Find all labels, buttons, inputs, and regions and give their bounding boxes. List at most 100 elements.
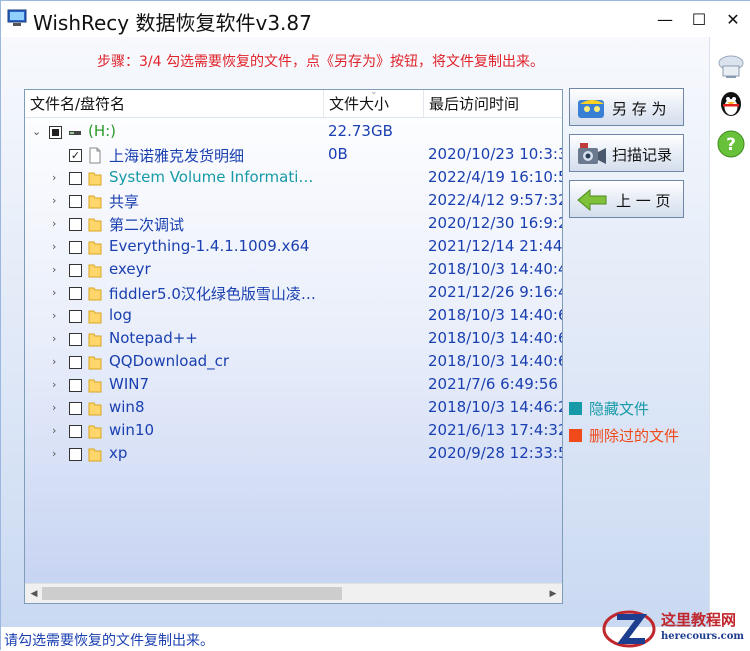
- row-name: exeyr: [109, 260, 151, 278]
- row-checkbox[interactable]: [69, 333, 82, 346]
- drive-icon: [69, 131, 81, 135]
- row-checkbox[interactable]: [69, 218, 82, 231]
- expand-chevron-icon[interactable]: ›: [52, 424, 62, 437]
- row-checkbox[interactable]: [69, 379, 82, 392]
- file-list-body: 文件名/盘符名 ⌄ 文件大小 最后访问时间 ⌄ (H:) 22.73GB ✓ 上海诺雅克…: [25, 90, 562, 583]
- close-button[interactable]: ✕: [715, 5, 750, 33]
- column-name[interactable]: 文件名/盘符名: [25, 90, 324, 118]
- legend-hidden-label: 隐藏文件: [589, 400, 650, 418]
- prev-page-label: 上 一 页: [616, 192, 671, 210]
- scroll-right-icon[interactable]: ▶: [546, 587, 560, 601]
- expand-chevron-icon[interactable]: ›: [52, 286, 62, 299]
- window-title: WishRecy 数据恢复软件v3.87: [33, 11, 312, 35]
- tree-row[interactable]: › QQDownload_cr 2018/10/3 14:40:6: [25, 351, 562, 374]
- expand-chevron-icon[interactable]: ›: [52, 194, 62, 207]
- tree-row[interactable]: › 共享 2022/4/12 9:57:32: [25, 190, 562, 213]
- row-name: Everything-1.4.1.1009.x64: [109, 237, 310, 255]
- row-name: win10: [109, 421, 155, 439]
- row-date: 2018/10/3 14:40:6: [428, 352, 562, 370]
- deleted-swatch: [569, 429, 582, 442]
- tree-row[interactable]: ✓ 上海诺雅克发货明细 0B 2020/10/23 10:3:3: [25, 144, 562, 167]
- expand-chevron-icon[interactable]: ›: [52, 332, 62, 345]
- tree-row[interactable]: › exeyr 2018/10/3 14:40:4: [25, 259, 562, 282]
- row-date: 2020/10/23 10:3:3: [428, 145, 562, 163]
- row-size: 0B: [328, 145, 348, 163]
- row-checkbox[interactable]: [69, 264, 82, 277]
- row-date: 2021/12/14 21:44:: [428, 237, 562, 255]
- horizontal-scrollbar[interactable]: ◀ ▶: [25, 583, 562, 603]
- tree-row[interactable]: › System Volume Informati… 2022/4/19 16:10…: [25, 167, 562, 190]
- expand-chevron-icon[interactable]: ›: [52, 263, 62, 276]
- app-window: WishRecy 数据恢复软件v3.87 — ☐ ✕ 步骤：3/4 勾选需要恢复…: [0, 0, 750, 651]
- drive-row[interactable]: ⌄ (H:) 22.73GB: [25, 121, 562, 144]
- row-name: System Volume Informati…: [109, 168, 314, 186]
- row-date: 2021/6/13 17:4:32: [428, 421, 562, 439]
- folder-icon: [88, 425, 102, 439]
- row-checkbox[interactable]: [69, 425, 82, 438]
- row-checkbox[interactable]: [69, 402, 82, 415]
- row-checkbox[interactable]: [69, 448, 82, 461]
- expand-chevron-icon[interactable]: ›: [52, 378, 62, 391]
- help-icon[interactable]: ?: [716, 129, 746, 159]
- expand-chevron-icon[interactable]: ›: [52, 240, 62, 253]
- column-date[interactable]: 最后访问时间: [424, 90, 562, 118]
- scan-log-button[interactable]: 扫描记录: [569, 134, 684, 172]
- save-as-button[interactable]: 另 存 为: [569, 88, 684, 126]
- cloud-computer-icon[interactable]: [716, 51, 746, 81]
- row-checkbox[interactable]: [69, 241, 82, 254]
- folder-icon: [88, 402, 102, 416]
- expand-chevron-icon[interactable]: ›: [52, 355, 62, 368]
- column-size[interactable]: 文件大小: [324, 90, 424, 118]
- row-checkbox[interactable]: ✓: [69, 149, 82, 162]
- qq-penguin-icon[interactable]: [716, 89, 746, 119]
- row-name: 共享: [109, 193, 140, 211]
- row-date: 2020/12/30 16:9:2: [428, 214, 562, 232]
- tree-row[interactable]: › xp 2020/9/28 12:33:5: [25, 443, 562, 466]
- minimize-button[interactable]: —: [647, 5, 683, 33]
- row-name: WIN7: [109, 375, 150, 393]
- folder-icon: [88, 241, 102, 255]
- hidden-swatch: [569, 402, 582, 415]
- expand-chevron-icon[interactable]: ›: [52, 217, 62, 230]
- maximize-button[interactable]: ☐: [681, 5, 717, 33]
- expand-chevron-icon[interactable]: ›: [52, 171, 62, 184]
- expand-chevron-icon[interactable]: ›: [52, 401, 62, 414]
- legend-hidden-files: 隐藏文件: [569, 398, 649, 419]
- row-checkbox[interactable]: [49, 126, 62, 139]
- expand-chevron-icon[interactable]: ›: [52, 447, 62, 460]
- save-as-label: 另 存 为: [612, 100, 667, 118]
- tree-row[interactable]: › WIN7 2021/7/6 6:49:56: [25, 374, 562, 397]
- row-checkbox[interactable]: [69, 195, 82, 208]
- tree-row[interactable]: › 第二次调试 2020/12/30 16:9:2: [25, 213, 562, 236]
- tree-row[interactable]: › win8 2018/10/3 14:46:2: [25, 397, 562, 420]
- row-checkbox[interactable]: [69, 172, 82, 185]
- arrow-left-icon: [577, 188, 607, 212]
- scroll-left-icon[interactable]: ◀: [27, 587, 41, 601]
- row-date: 2021/12/26 9:16:4: [428, 283, 562, 301]
- row-date: 2022/4/12 9:57:32: [428, 191, 562, 209]
- tree-row[interactable]: › Everything-1.4.1.1009.x64 2021/12/14 21:…: [25, 236, 562, 259]
- scan-log-label: 扫描记录: [612, 146, 673, 164]
- row-name: QQDownload_cr: [109, 352, 230, 370]
- tree-row[interactable]: › fiddler5.0汉化绿色版雪山凌… 2021/12/26 9:16:4: [25, 282, 562, 305]
- prev-page-button[interactable]: 上 一 页: [569, 180, 684, 218]
- row-name: 上海诺雅克发货明细: [109, 147, 245, 165]
- folder-icon: [88, 448, 102, 462]
- tree-row[interactable]: › win10 2021/6/13 17:4:32: [25, 420, 562, 443]
- file-icon: [89, 147, 101, 164]
- row-checkbox[interactable]: [69, 356, 82, 369]
- collapse-chevron-icon[interactable]: ⌄: [32, 125, 42, 138]
- row-date: 2018/10/3 14:40:4: [428, 260, 562, 278]
- folder-icon: [88, 287, 102, 301]
- folder-icon: [88, 356, 102, 370]
- scroll-thumb[interactable]: [42, 587, 342, 600]
- title-bar: WishRecy 数据恢复软件v3.87 — ☐ ✕: [1, 1, 750, 37]
- row-name: fiddler5.0汉化绿色版雪山凌…: [109, 285, 316, 303]
- row-name: win8: [109, 398, 145, 416]
- tree-row[interactable]: › Notepad++ 2018/10/3 14:40:6: [25, 328, 562, 351]
- row-checkbox[interactable]: [69, 287, 82, 300]
- expand-chevron-icon[interactable]: ›: [52, 309, 62, 322]
- file-tree-list[interactable]: 文件名/盘符名 ⌄ 文件大小 最后访问时间 ⌄ (H:) 22.73GB ✓ 上海诺雅克…: [24, 89, 563, 604]
- tree-row[interactable]: › log 2018/10/3 14:40:6: [25, 305, 562, 328]
- row-checkbox[interactable]: [69, 310, 82, 323]
